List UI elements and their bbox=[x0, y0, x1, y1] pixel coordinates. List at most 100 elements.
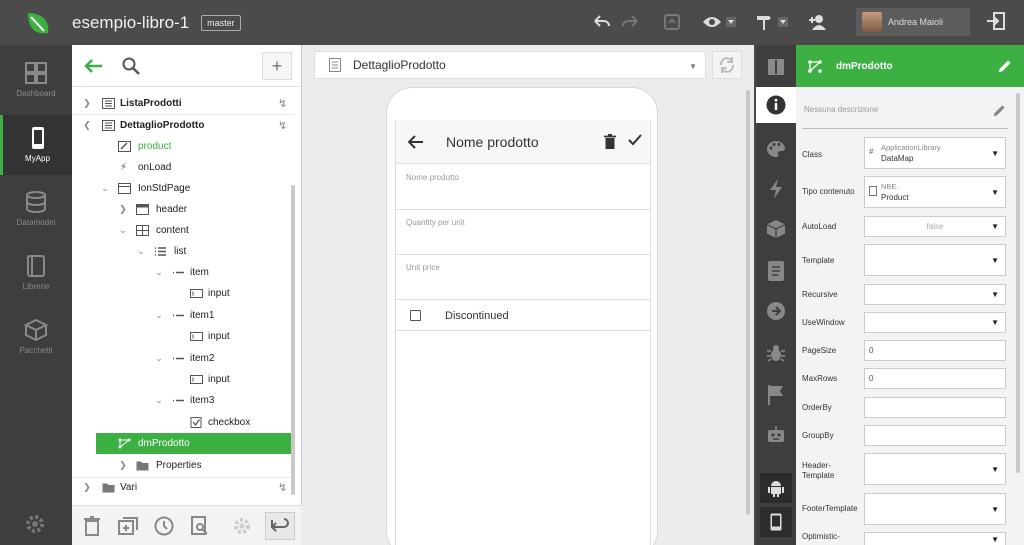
tipo-contenuto-select[interactable]: NBE. Product ▼ bbox=[864, 176, 1006, 208]
redo-icon[interactable] bbox=[616, 8, 644, 36]
tree-scrollbar[interactable] bbox=[291, 185, 295, 495]
inspect-icon[interactable] bbox=[190, 516, 210, 536]
history-clock-icon[interactable] bbox=[154, 516, 174, 536]
chevron-down-icon[interactable]: ⌄ bbox=[154, 353, 164, 364]
info-icon[interactable] bbox=[756, 87, 796, 123]
settings-gear-icon[interactable] bbox=[24, 513, 46, 538]
tree-row-listaprodotti[interactable]: ❯ ListaProdotti ↯ bbox=[72, 93, 294, 114]
user-menu[interactable]: Andrea Maioli bbox=[856, 8, 970, 36]
preview-scrollbar[interactable] bbox=[746, 90, 750, 515]
mobile-device-icon[interactable] bbox=[760, 507, 792, 537]
maxrows-input[interactable]: 0 bbox=[864, 368, 1006, 389]
bolt-icon[interactable]: ↯ bbox=[278, 119, 287, 132]
logout-icon[interactable] bbox=[986, 11, 1006, 34]
quantity-field[interactable]: Quantity per unit bbox=[396, 210, 650, 255]
usewindow-select[interactable]: ▼ bbox=[864, 312, 1006, 333]
discontinued-checkbox[interactable] bbox=[410, 310, 421, 321]
signpost-icon[interactable] bbox=[752, 8, 776, 36]
rail-item-pacchetti[interactable]: Pacchetti bbox=[0, 307, 72, 367]
add-user-icon[interactable] bbox=[804, 8, 832, 36]
tree-row-item3[interactable]: ⌄ item3 bbox=[72, 390, 294, 411]
bolt-icon[interactable]: ↯ bbox=[278, 481, 287, 494]
bug-icon[interactable] bbox=[756, 335, 796, 371]
preview-device-icon[interactable] bbox=[658, 8, 686, 36]
description-field[interactable]: Nessuna descrizione bbox=[802, 91, 1008, 129]
footer-template-select[interactable]: ▼ bbox=[864, 493, 1006, 525]
tree-row-checkbox[interactable]: checkbox bbox=[72, 412, 294, 433]
branch-badge[interactable]: master bbox=[201, 14, 241, 31]
chevron-down-icon[interactable]: ⌄ bbox=[100, 438, 109, 451]
app-logo-icon[interactable] bbox=[24, 9, 52, 37]
optimistic-select[interactable]: ▼ bbox=[864, 532, 1006, 545]
ruler-icon[interactable] bbox=[756, 49, 796, 85]
rail-item-dashboard[interactable]: Dashboard bbox=[0, 50, 72, 110]
check-icon[interactable] bbox=[628, 134, 642, 146]
chevron-down-icon[interactable]: ⌄ bbox=[154, 267, 164, 278]
chevron-down-icon[interactable]: ⌄ bbox=[136, 246, 146, 257]
tree-row-ionstdpage[interactable]: ⌄ IonStdPage bbox=[72, 178, 294, 199]
tree-row-content[interactable]: ⌄ content bbox=[72, 220, 294, 241]
duplicate-icon[interactable] bbox=[118, 516, 138, 536]
edit-pencil-icon[interactable] bbox=[998, 59, 1012, 73]
chevron-down-icon[interactable]: ❮ bbox=[82, 120, 92, 131]
header-template-select[interactable]: ▼ bbox=[864, 453, 1006, 485]
add-button[interactable]: + bbox=[262, 52, 292, 80]
price-field[interactable]: Unit price bbox=[396, 255, 650, 300]
autoload-select[interactable]: false ▼ bbox=[864, 216, 1006, 237]
back-arrow-icon[interactable] bbox=[84, 58, 104, 74]
signpost-dropdown-icon[interactable] bbox=[776, 8, 790, 36]
cube-icon[interactable] bbox=[756, 211, 796, 247]
properties-scrollbar[interactable] bbox=[1016, 93, 1020, 473]
chevron-down-icon[interactable]: ⌄ bbox=[100, 183, 110, 194]
refresh-button[interactable] bbox=[712, 51, 742, 79]
document-icon[interactable] bbox=[756, 253, 796, 289]
tree-row-header[interactable]: ❯ header bbox=[72, 199, 294, 220]
lightning-icon[interactable] bbox=[756, 171, 796, 207]
class-select[interactable]: # ApplicationLibrary. DataMap ▼ bbox=[864, 137, 1006, 169]
chevron-down-icon[interactable]: ⌄ bbox=[118, 225, 128, 236]
robot-icon[interactable] bbox=[756, 417, 796, 453]
discontinued-checkbox-row[interactable]: Discontinued bbox=[396, 301, 650, 331]
tree-row-vari[interactable]: ❯ Vari ↯ bbox=[72, 477, 294, 498]
chevron-right-icon[interactable]: ❯ bbox=[118, 204, 128, 215]
chevron-right-icon[interactable]: ❯ bbox=[82, 98, 92, 109]
gear-icon[interactable] bbox=[232, 516, 252, 536]
flag-icon[interactable] bbox=[756, 377, 796, 413]
bolt-icon[interactable]: ↯ bbox=[278, 97, 287, 110]
palette-icon[interactable] bbox=[756, 131, 796, 167]
edit-pencil-icon[interactable] bbox=[993, 104, 1006, 117]
tree-row-onload[interactable]: ⚡ onLoad bbox=[72, 157, 294, 178]
chevron-down-icon[interactable]: ⌄ bbox=[154, 310, 164, 321]
eye-icon[interactable] bbox=[700, 8, 724, 36]
recursive-select[interactable]: ▼ bbox=[864, 284, 1006, 305]
tree-row-item2[interactable]: ⌄ item2 bbox=[72, 348, 294, 369]
chevron-down-icon[interactable]: ⌄ bbox=[154, 395, 164, 406]
undo-icon[interactable] bbox=[588, 8, 616, 36]
tree-row-input[interactable]: input bbox=[72, 283, 294, 304]
trash-icon[interactable] bbox=[84, 516, 100, 536]
rail-item-librerie[interactable]: Librerie bbox=[0, 243, 72, 303]
eye-dropdown-icon[interactable] bbox=[724, 8, 738, 36]
android-icon[interactable] bbox=[760, 473, 792, 503]
name-field[interactable]: Nome prodotto bbox=[396, 165, 650, 210]
chevron-right-icon[interactable]: ❯ bbox=[118, 460, 128, 471]
tree-row-dettaglioprodotto[interactable]: ❮ DettaglioProdotto ↯ bbox=[72, 115, 294, 136]
pagesize-input[interactable]: 0 bbox=[864, 340, 1006, 361]
rail-item-myapp[interactable]: MyApp bbox=[0, 115, 72, 175]
tree-row-product[interactable]: product bbox=[72, 136, 294, 157]
trash-icon[interactable] bbox=[604, 134, 616, 149]
plugin-icon[interactable] bbox=[756, 293, 796, 329]
back-arrow-icon[interactable] bbox=[408, 134, 424, 149]
template-select[interactable]: ▼ bbox=[864, 244, 1006, 276]
tree-row-properties[interactable]: ❯ Properties bbox=[72, 455, 294, 476]
tree-row-dmprodotto[interactable]: dmProdotto bbox=[96, 433, 294, 454]
groupby-input[interactable] bbox=[864, 425, 1006, 446]
page-select-dropdown[interactable]: DettaglioProdotto ▼ bbox=[314, 51, 706, 79]
tree-row-input[interactable]: input bbox=[72, 369, 294, 390]
chevron-right-icon[interactable]: ❯ bbox=[82, 482, 92, 493]
search-icon[interactable] bbox=[122, 57, 140, 75]
tree-row-item[interactable]: ⌄ item bbox=[72, 262, 294, 283]
orderby-input[interactable] bbox=[864, 397, 1006, 418]
tree-row-input[interactable]: input bbox=[72, 326, 294, 347]
tree-row-item1[interactable]: ⌄ item1 bbox=[72, 305, 294, 326]
